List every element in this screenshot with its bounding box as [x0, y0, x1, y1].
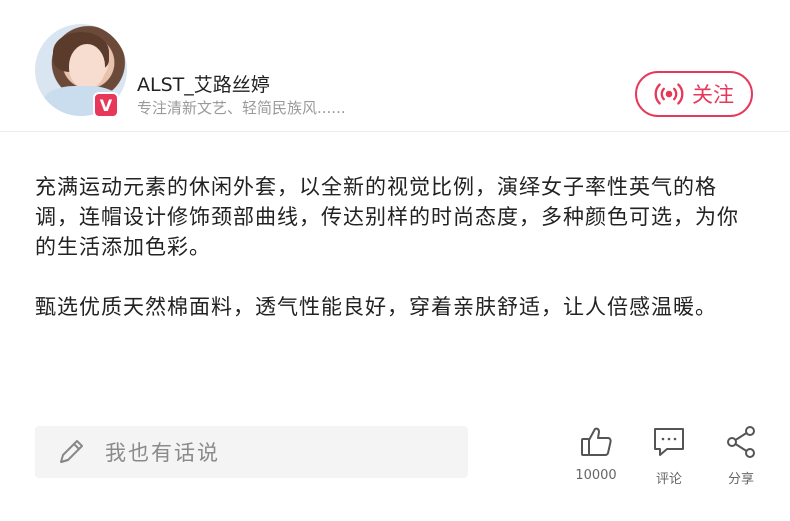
- profile-header: V ALST_艾路丝婷 专注清新文艺、轻简民族风...... 关注: [0, 0, 790, 132]
- action-bar: 我也有话说 10000 评论 分享: [0, 410, 790, 500]
- pencil-icon: [60, 440, 83, 463]
- follow-button[interactable]: 关注: [635, 71, 753, 117]
- comment-button[interactable]: 评论: [645, 424, 693, 487]
- comment-label: 评论: [655, 472, 682, 487]
- article-paragraph: 充满运动元素的休闲外套，以全新的视觉比例，演绎女子率性英气的格调，连帽设计修饰颈…: [35, 175, 739, 259]
- verified-badge-icon: V: [93, 92, 119, 118]
- broadcast-icon: [654, 83, 684, 105]
- comment-placeholder: 我也有话说: [105, 441, 220, 465]
- share-icon: [727, 426, 755, 458]
- article-body: 充满运动元素的休闲外套，以全新的视觉比例，演绎女子率性英气的格调，连帽设计修饰颈…: [35, 172, 760, 352]
- like-count: 10000: [575, 468, 617, 483]
- avatar-face: [69, 44, 105, 88]
- comment-input[interactable]: 我也有话说: [35, 426, 468, 478]
- share-label: 分享: [727, 472, 754, 487]
- comment-icon: [654, 428, 684, 456]
- like-button[interactable]: 10000: [573, 424, 619, 483]
- thumbs-up-icon: [581, 427, 612, 456]
- article-paragraph: 甄选优质天然棉面料，透气性能良好，穿着亲肤舒适，让人倍感温暖。: [35, 295, 717, 319]
- share-button[interactable]: 分享: [718, 424, 764, 487]
- follow-button-label: 关注: [692, 83, 734, 107]
- profile-name[interactable]: ALST_艾路丝婷: [137, 70, 270, 97]
- profile-description: 专注清新文艺、轻简民族风......: [137, 99, 346, 117]
